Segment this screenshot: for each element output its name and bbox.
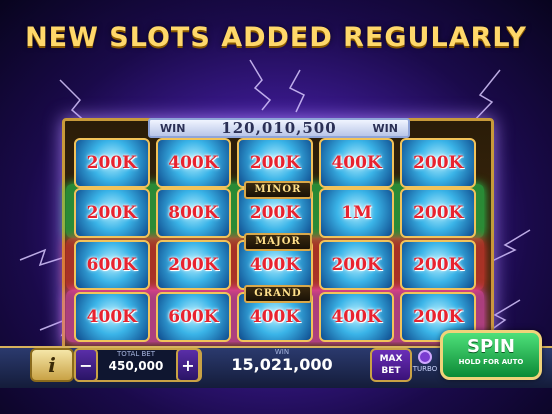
reel-cell: 200K (400, 240, 476, 290)
win-bar-amount: 120,010,500 (221, 119, 337, 137)
reel-cell: 400K (318, 292, 395, 342)
reel-cell: 200K (318, 240, 395, 290)
increase-bet-button[interactable]: + (176, 348, 200, 382)
reel-cell: 200K (74, 188, 150, 238)
info-button[interactable]: i (30, 348, 74, 382)
reel-cell: 1M (318, 188, 395, 238)
total-bet-value: 450,000 (108, 359, 164, 373)
minor-jackpot-label: MINOR (244, 181, 312, 199)
spin-label: SPIN (467, 336, 515, 357)
reel-cell: 800K (155, 188, 232, 238)
jackpot-win-bar: WIN 120,010,500 WIN (148, 118, 410, 138)
spin-sub-label: HOLD FOR AUTO (458, 358, 524, 366)
major-jackpot-label: MAJOR (244, 233, 312, 251)
reel-cell: 400K (74, 292, 150, 342)
total-bet-label: TOTAL BET (117, 350, 155, 358)
reel-cell: 200K (400, 138, 476, 188)
win-bar-right-label: WIN (372, 121, 398, 135)
decrease-bet-button[interactable]: − (74, 348, 98, 382)
promo-headline: NEW SLOTS ADDED REGULARLY (25, 22, 527, 53)
reel-cell: 200K (74, 138, 150, 188)
turbo-toggle[interactable] (418, 350, 432, 364)
win-value: 15,021,000 (231, 355, 333, 374)
reel-cell: 600K (74, 240, 150, 290)
win-bar-left-label: WIN (160, 121, 186, 135)
reel-cell: 200K (155, 240, 232, 290)
grand-jackpot-label: GRAND (244, 285, 312, 303)
max-bet-button[interactable]: MAX BET (370, 348, 412, 382)
reel-cell: 200K (400, 188, 476, 238)
reel-cell: 400K (155, 138, 232, 188)
spin-button[interactable]: SPIN HOLD FOR AUTO (440, 330, 542, 380)
reel-cell: 400K (318, 138, 395, 188)
reel-cell: 600K (155, 292, 232, 342)
turbo-label: TURBO (412, 365, 438, 373)
